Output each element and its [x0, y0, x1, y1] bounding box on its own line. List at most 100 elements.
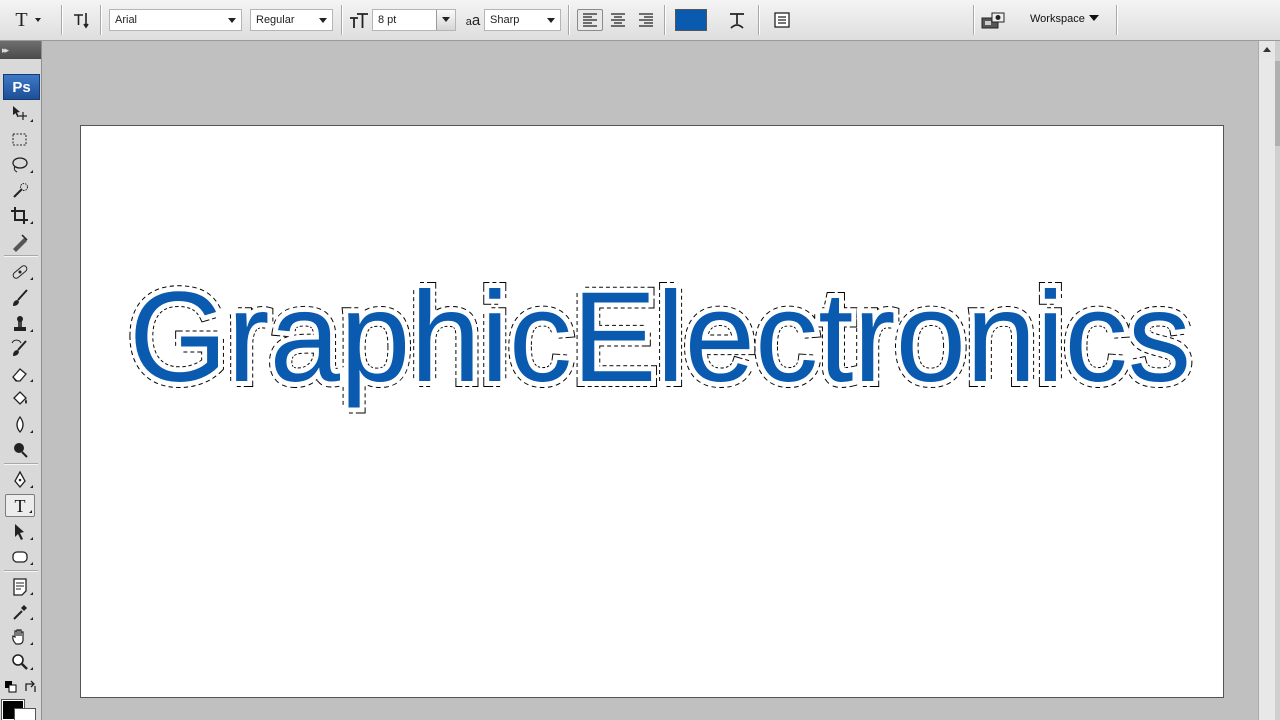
hand-tool-button[interactable] [5, 625, 35, 648]
warp-text-icon [730, 13, 744, 29]
eyedropper-tool-button[interactable] [5, 600, 35, 623]
submenu-indicator-icon [30, 617, 33, 620]
font-size-combo[interactable]: 8 pt [372, 9, 456, 31]
background-color-swatch[interactable] [14, 708, 36, 720]
history-brush-tool-button[interactable] [5, 337, 35, 360]
marquee-tool-button[interactable] [5, 128, 35, 151]
eraser-tool-icon [12, 367, 27, 382]
type-tool-icon: T [15, 496, 26, 516]
canvas[interactable]: GraphicElectronics GraphicElectronics Gr… [80, 125, 1224, 698]
swap-colors-icon[interactable] [24, 680, 38, 694]
hand-tool-icon [12, 628, 24, 645]
align-center-button[interactable] [605, 9, 631, 31]
tool-separator [4, 570, 38, 571]
move-tool-icon [13, 105, 27, 120]
scroll-thumb[interactable] [1275, 61, 1280, 146]
character-panel-button[interactable] [770, 8, 794, 32]
submenu-indicator-icon [30, 379, 33, 382]
document-window: GraphicElectronics GraphicElectronics Gr… [46, 41, 1258, 720]
separator [341, 5, 342, 35]
eraser-tool-button[interactable] [5, 362, 35, 385]
marquee-tool-icon [12, 133, 27, 145]
type-tool-button[interactable]: T [5, 494, 35, 517]
font-size-value: 8 pt [378, 14, 397, 26]
crop-tool-icon [11, 206, 28, 224]
shape-tool-icon [12, 550, 28, 563]
scroll-up-button[interactable] [1259, 41, 1275, 58]
clone-stamp-tool-button[interactable] [5, 312, 35, 335]
panel-dock-strip [1275, 41, 1280, 720]
dodge-tool-button[interactable] [5, 438, 35, 461]
antialias-select[interactable]: Sharp [484, 9, 561, 31]
submenu-indicator-icon [30, 170, 33, 173]
bridge-button[interactable] [980, 8, 1008, 32]
history-brush-tool-icon [11, 339, 27, 356]
arrow-up-icon [1263, 47, 1271, 52]
chevron-down-icon [228, 18, 236, 23]
antialias-icon: aa [466, 12, 480, 29]
submenu-indicator-icon [29, 510, 32, 513]
path-selection-tool-button[interactable] [5, 520, 35, 543]
separator [100, 5, 101, 35]
submenu-indicator-icon [30, 329, 33, 332]
text-color-swatch[interactable] [675, 9, 707, 31]
character-paragraph-panel-icon [774, 12, 790, 28]
type-tool-icon: T [15, 8, 28, 31]
quick-selection-tool-icon [13, 182, 28, 198]
blur-tool-button[interactable] [5, 413, 35, 436]
slice-tool-button[interactable] [5, 230, 35, 253]
chevron-down-icon [442, 17, 450, 22]
align-left-button[interactable] [577, 9, 603, 31]
separator [568, 5, 569, 35]
submenu-indicator-icon [30, 221, 33, 224]
submenu-indicator-icon [30, 430, 33, 433]
notes-tool-button[interactable] [5, 575, 35, 598]
align-right-button[interactable] [633, 9, 659, 31]
submenu-indicator-icon [30, 277, 33, 280]
workspace-menu[interactable]: Workspace [1030, 8, 1099, 32]
lasso-tool-button[interactable] [5, 153, 35, 176]
submenu-indicator-icon [30, 537, 33, 540]
tool-separator [4, 463, 38, 464]
lasso-tool-icon [12, 156, 28, 172]
move-tool-button[interactable] [5, 102, 35, 125]
bridge-icon [981, 12, 1005, 29]
chevron-down-icon [34, 18, 41, 22]
svg-text:T: T [15, 496, 26, 516]
tool-preset-picker[interactable]: T [8, 8, 48, 32]
brush-tool-icon [13, 288, 28, 306]
crop-tool-button[interactable] [5, 204, 35, 227]
font-family-select[interactable]: Arial [109, 9, 242, 31]
chevron-down-icon [1088, 15, 1099, 21]
align-left-icon [583, 13, 597, 27]
text-selection-outline: GraphicElectronics GraphicElectronics Gr… [123, 260, 1197, 415]
options-bar: T Arial Regular 8 pt aa Sharp Workspace [0, 0, 1280, 41]
chevron-down-icon [547, 18, 555, 23]
default-colors-icon[interactable] [5, 681, 17, 693]
text-orientation-button[interactable] [68, 8, 94, 32]
panel-collapse-grip[interactable]: ▸▸ [0, 41, 41, 59]
align-center-icon [611, 13, 625, 27]
font-size-label [348, 8, 370, 32]
shape-tool-button[interactable] [5, 545, 35, 568]
submenu-indicator-icon [30, 592, 33, 595]
photoshop-window: T Arial Regular 8 pt aa Sharp Workspace … [0, 0, 1280, 720]
font-style-select[interactable]: Regular [250, 9, 333, 31]
paint-bucket-tool-button[interactable] [5, 387, 35, 410]
font-size-dropdown-button[interactable] [436, 10, 455, 30]
slice-tool-icon [13, 233, 28, 252]
healing-brush-tool-button[interactable] [5, 260, 35, 283]
dodge-tool-icon [14, 442, 28, 458]
separator [1116, 5, 1117, 35]
vertical-scrollbar[interactable] [1258, 41, 1275, 720]
font-size-icon [350, 13, 368, 28]
brush-tool-button[interactable] [5, 286, 35, 309]
antialias-glyph-large: a [471, 11, 481, 29]
quick-selection-tool-button[interactable] [5, 179, 35, 202]
text-layer[interactable]: GraphicElectronics GraphicElectronics Gr… [120, 260, 1200, 415]
warp-text-button[interactable] [724, 8, 750, 32]
healing-brush-tool-icon [12, 264, 28, 279]
pen-tool-icon [14, 470, 26, 488]
swap-default-colors [4, 656, 40, 693]
pen-tool-button[interactable] [5, 468, 35, 491]
